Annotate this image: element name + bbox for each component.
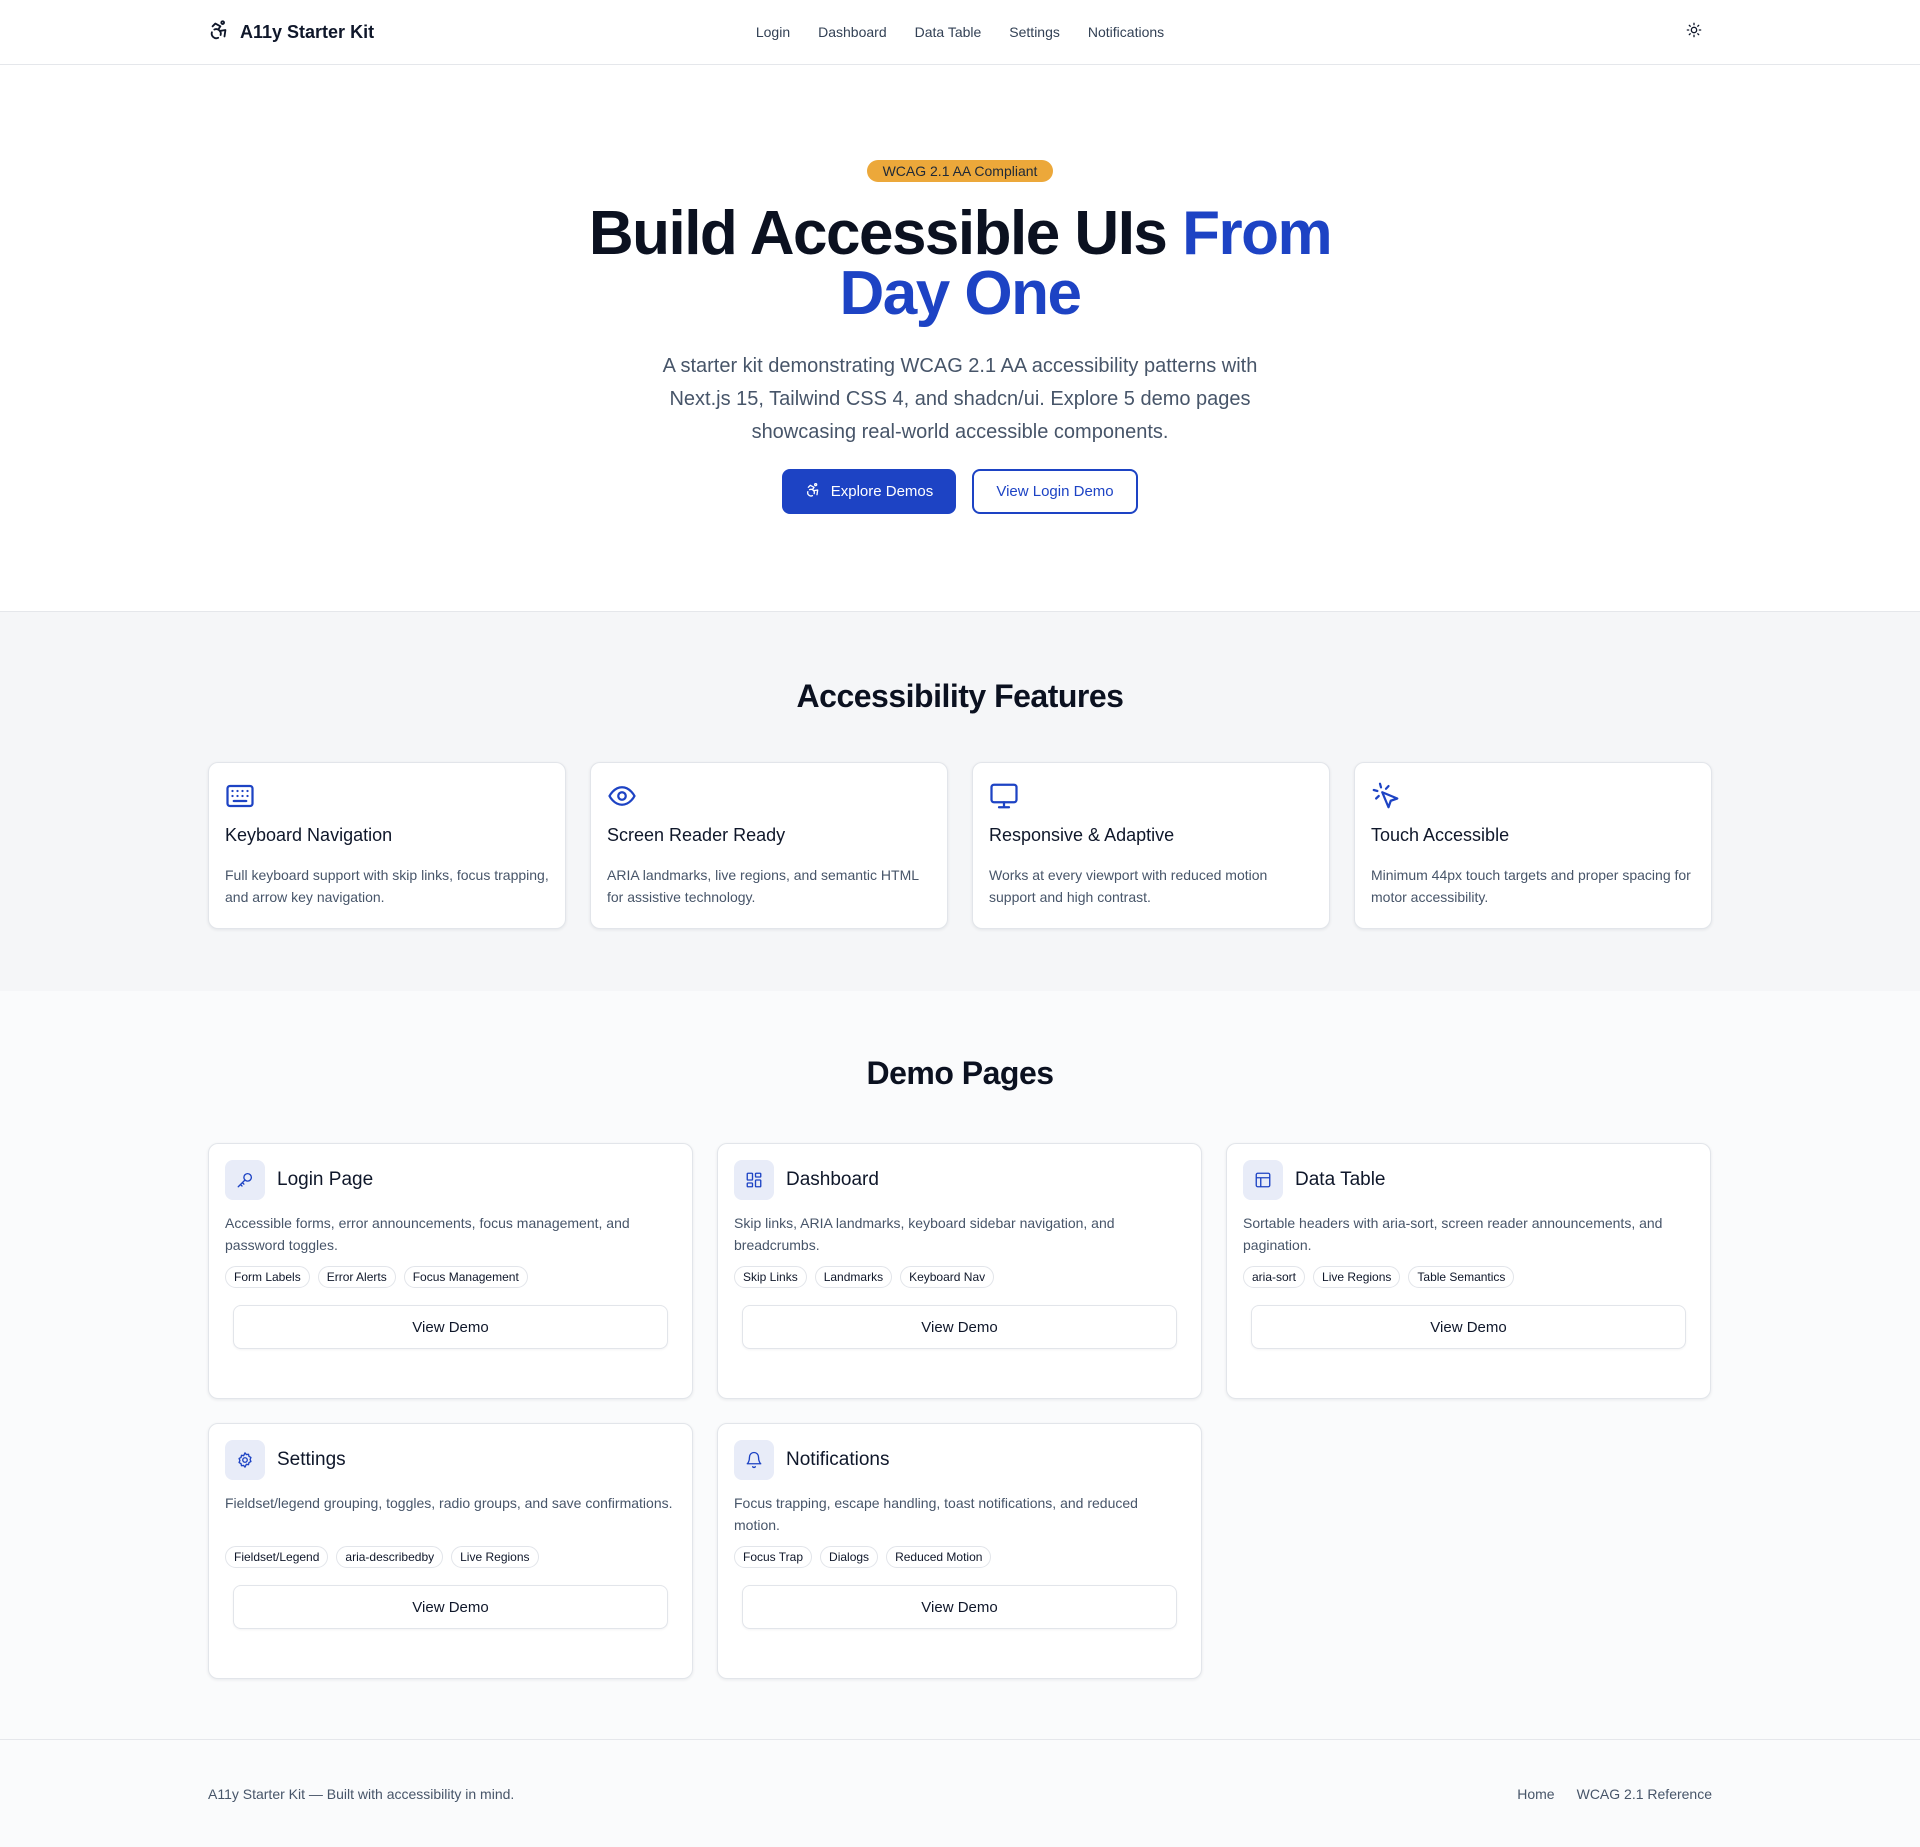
explore-demos-button[interactable]: Explore Demos xyxy=(782,469,956,514)
footer-link-home[interactable]: Home xyxy=(1517,1786,1554,1802)
tag: Error Alerts xyxy=(317,1266,396,1288)
tag-list: Focus Trap Dialogs Reduced Motion xyxy=(734,1546,1185,1568)
pointer-click-icon xyxy=(1371,781,1401,811)
table-icon xyxy=(1243,1160,1283,1200)
tag: Live Regions xyxy=(1313,1266,1401,1288)
dashboard-grid-icon xyxy=(734,1160,774,1200)
brand-name: A11y Starter Kit xyxy=(240,21,375,42)
feature-card: Keyboard Navigation Full keyboard suppor… xyxy=(208,762,566,929)
demo-desc: Accessible forms, error announcements, f… xyxy=(225,1215,630,1253)
demo-title: Notifications xyxy=(786,1449,890,1470)
sun-icon xyxy=(1686,22,1702,43)
tag: Landmarks xyxy=(814,1266,893,1288)
demo-desc: Sortable headers with aria-sort, screen … xyxy=(1243,1215,1663,1253)
feature-desc: Full keyboard support with skip links, f… xyxy=(225,867,549,905)
tag: Dialogs xyxy=(820,1546,879,1568)
tag-list: Form Labels Error Alerts Focus Managemen… xyxy=(225,1266,676,1288)
nav-notifications[interactable]: Notifications xyxy=(1088,24,1164,40)
tag: Form Labels xyxy=(225,1266,310,1288)
feature-grid: Keyboard Navigation Full keyboard suppor… xyxy=(208,762,1712,929)
demo-card-settings: Settings Fieldset/legend grouping, toggl… xyxy=(208,1423,693,1679)
demo-desc: Skip links, ARIA landmarks, keyboard sid… xyxy=(734,1215,1115,1253)
view-login-demo-button[interactable]: View Login Demo xyxy=(972,469,1138,514)
tag: Fieldset/Legend xyxy=(225,1546,329,1568)
view-demo-button[interactable]: View Demo xyxy=(742,1585,1177,1629)
view-demo-button[interactable]: View Demo xyxy=(233,1305,668,1349)
demo-desc: Focus trapping, escape handling, toast n… xyxy=(734,1495,1138,1533)
tag-list: Fieldset/Legend aria-describedby Live Re… xyxy=(225,1546,676,1568)
demos-section: Demo Pages Login Page Accessible forms, … xyxy=(0,991,1920,1739)
nav-login[interactable]: Login xyxy=(756,24,790,40)
demo-card-dashboard: Dashboard Skip links, ARIA landmarks, ke… xyxy=(717,1143,1202,1399)
demo-card-data-table: Data Table Sortable headers with aria-so… xyxy=(1226,1143,1711,1399)
keyboard-icon xyxy=(225,781,255,811)
monitor-icon xyxy=(989,781,1019,811)
hero-section: WCAG 2.1 AA Compliant Build Accessible U… xyxy=(0,65,1920,611)
footer-nav: Home WCAG 2.1 Reference xyxy=(1517,1786,1712,1802)
demo-desc: Fieldset/legend grouping, toggles, radio… xyxy=(225,1495,673,1511)
nav-dashboard[interactable]: Dashboard xyxy=(818,24,887,40)
features-title: Accessibility Features xyxy=(796,678,1124,714)
tag: Keyboard Nav xyxy=(900,1266,995,1288)
view-demo-button[interactable]: View Demo xyxy=(1251,1305,1686,1349)
main-nav: Login Dashboard Data Table Settings Noti… xyxy=(756,24,1164,40)
tag: Table Semantics xyxy=(1408,1266,1515,1288)
feature-title: Touch Accessible xyxy=(1371,825,1510,845)
demos-title: Demo Pages xyxy=(866,1055,1054,1091)
feature-desc: Works at every viewport with reduced mot… xyxy=(989,867,1268,905)
hero-title-main: Build Accessible UIs xyxy=(588,199,1168,268)
demo-title: Dashboard xyxy=(786,1169,879,1190)
demo-title: Data Table xyxy=(1295,1169,1386,1190)
eye-icon xyxy=(607,781,637,811)
demo-title: Settings xyxy=(277,1449,346,1470)
feature-card: Responsive & Adaptive Works at every vie… xyxy=(972,762,1330,929)
feature-title: Keyboard Navigation xyxy=(225,825,393,845)
view-demo-button[interactable]: View Demo xyxy=(233,1585,668,1629)
tag: aria-describedby xyxy=(336,1546,444,1568)
tag: aria-sort xyxy=(1243,1266,1306,1288)
bell-icon xyxy=(734,1440,774,1480)
tag: Live Regions xyxy=(451,1546,539,1568)
feature-desc: Minimum 44px touch targets and proper sp… xyxy=(1371,867,1691,905)
demo-grid: Login Page Accessible forms, error annou… xyxy=(208,1143,1712,1679)
demo-card-notifications: Notifications Focus trapping, escape han… xyxy=(717,1423,1202,1679)
tag-list: aria-sort Live Regions Table Semantics xyxy=(1243,1266,1694,1288)
tag: Focus Management xyxy=(403,1266,528,1288)
explore-demos-label: Explore Demos xyxy=(830,483,934,500)
feature-title: Screen Reader Ready xyxy=(607,825,786,845)
tag: Skip Links xyxy=(734,1266,807,1288)
tag-list: Skip Links Landmarks Keyboard Nav xyxy=(734,1266,1185,1288)
feature-desc: ARIA landmarks, live regions, and semant… xyxy=(607,867,919,905)
site-header: A11y Starter Kit Login Dashboard Data Ta… xyxy=(0,0,1920,65)
feature-card: Touch Accessible Minimum 44px touch targ… xyxy=(1354,762,1712,929)
hero-actions: Explore Demos View Login Demo xyxy=(782,469,1138,514)
feature-title: Responsive & Adaptive xyxy=(989,825,1175,845)
compliance-badge: WCAG 2.1 AA Compliant xyxy=(866,160,1054,182)
footer-text: A11y Starter Kit — Built with accessibil… xyxy=(208,1785,515,1802)
nav-data-table[interactable]: Data Table xyxy=(915,24,982,40)
tag: Focus Trap xyxy=(734,1546,813,1568)
brand-link[interactable]: A11y Starter Kit xyxy=(208,19,374,46)
accessibility-icon xyxy=(208,19,230,46)
site-footer: A11y Starter Kit — Built with accessibil… xyxy=(0,1739,1920,1847)
view-demo-button[interactable]: View Demo xyxy=(742,1305,1177,1349)
theme-toggle-button[interactable] xyxy=(1676,14,1712,50)
nav-settings[interactable]: Settings xyxy=(1009,24,1060,40)
footer-link-wcag-reference[interactable]: WCAG 2.1 Reference xyxy=(1577,1786,1712,1802)
feature-card: Screen Reader Ready ARIA landmarks, live… xyxy=(590,762,948,929)
demo-card-login: Login Page Accessible forms, error annou… xyxy=(208,1143,693,1399)
features-section: Accessibility Features Keyboard Navigati… xyxy=(0,611,1920,991)
accessibility-icon xyxy=(805,482,821,502)
gear-icon xyxy=(225,1440,265,1480)
key-icon xyxy=(225,1160,265,1200)
demo-title: Login Page xyxy=(277,1169,374,1190)
hero-title: Build Accessible UIs From Day One xyxy=(580,203,1340,325)
tag: Reduced Motion xyxy=(886,1546,992,1568)
hero-subtitle: A starter kit demonstrating WCAG 2.1 AA … xyxy=(662,355,1258,443)
